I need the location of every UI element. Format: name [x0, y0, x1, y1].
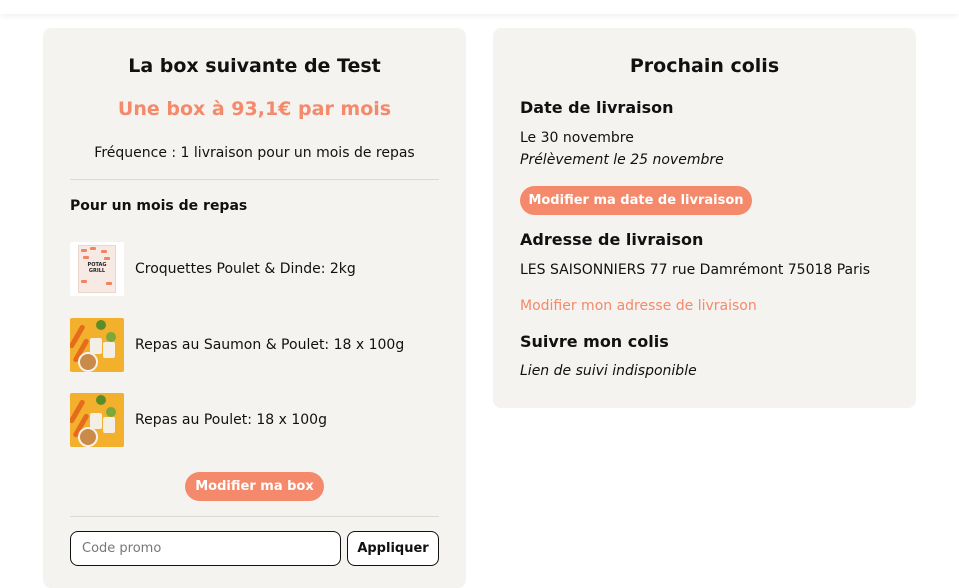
- modify-box-button[interactable]: Modifier ma box: [185, 472, 324, 501]
- box-frequency: Fréquence : 1 livraison pour un mois de …: [94, 145, 415, 161]
- product-item: Repas au Saumon & Poulet: 18 x 100g: [70, 318, 439, 372]
- apply-promo-button[interactable]: Appliquer: [347, 531, 439, 566]
- divider: [70, 516, 439, 517]
- product-item: Repas au Poulet: 18 x 100g: [70, 393, 439, 447]
- next-box-title: La box suivante de Test: [128, 55, 381, 77]
- meal-packs-image: [70, 318, 124, 372]
- product-name: Repas au Poulet: 18 x 100g: [135, 412, 327, 428]
- box-contents-label: Pour un mois de repas: [70, 198, 248, 214]
- promo-code-input[interactable]: [70, 531, 341, 566]
- top-header-bar: [0, 0, 959, 14]
- product-name: Croquettes Poulet & Dinde: 2kg: [135, 261, 356, 277]
- next-parcel-title: Prochain colis: [629, 55, 780, 77]
- product-item: POTAG GRILL Croquettes Poulet & Dinde: 2k…: [70, 242, 439, 296]
- modify-address-link[interactable]: Modifier mon adresse de livraison: [520, 298, 757, 314]
- product-name: Repas au Saumon & Poulet: 18 x 100g: [135, 337, 405, 353]
- next-parcel-card: Prochain colis Date de livraison Le 30 n…: [493, 28, 916, 408]
- kibble-bag-image: POTAG GRILL: [70, 242, 124, 296]
- divider: [70, 179, 439, 180]
- delivery-address: LES SAISONNIERS 77 rue Damrémont 75018 P…: [520, 262, 871, 278]
- delivery-date-heading: Date de livraison: [520, 98, 674, 117]
- meal-packs-image: [70, 393, 124, 447]
- tracking-status: Lien de suivi indisponible: [520, 363, 697, 379]
- modify-delivery-date-button[interactable]: Modifier ma date de livraison: [520, 186, 752, 215]
- debit-date: Prélèvement le 25 novembre: [520, 152, 724, 168]
- box-price: Une box à 93,1€ par mois: [117, 98, 392, 120]
- tracking-heading: Suivre mon colis: [520, 332, 669, 351]
- delivery-date: Le 30 novembre: [520, 130, 634, 146]
- next-box-card: La box suivante de Test Une box à 93,1€ …: [43, 28, 466, 588]
- delivery-address-heading: Adresse de livraison: [520, 230, 704, 249]
